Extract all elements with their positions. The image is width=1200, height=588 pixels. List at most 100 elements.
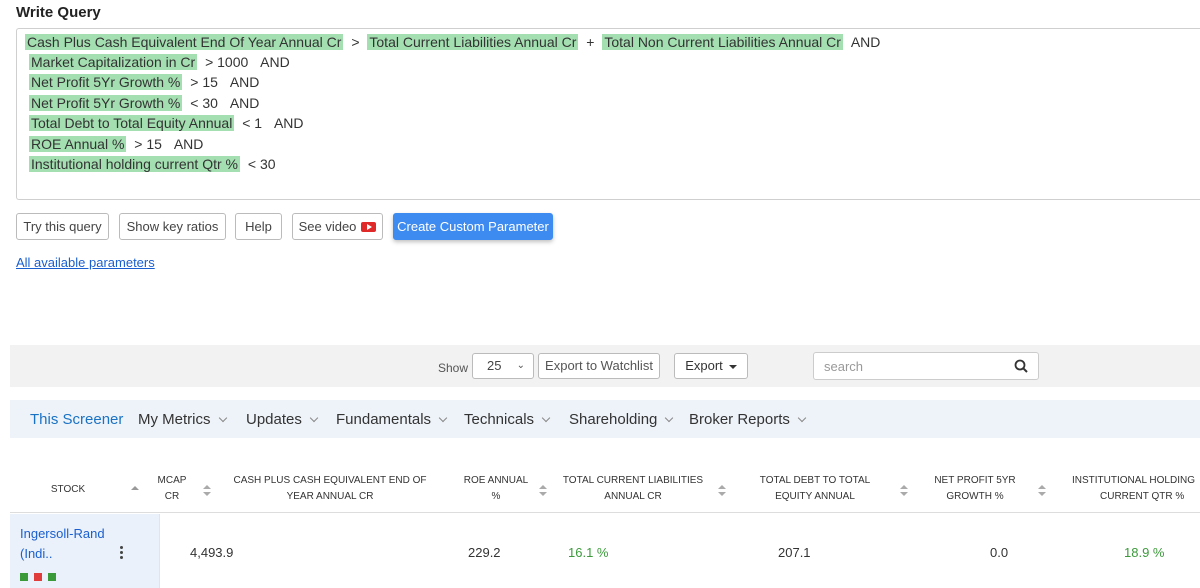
page-size-value: 25 <box>487 358 502 373</box>
show-key-ratios-button[interactable]: Show key ratios <box>119 213 226 240</box>
chevron-down-icon <box>541 413 551 423</box>
chevron-down-icon <box>665 413 674 423</box>
caret-down-icon <box>728 364 737 369</box>
sort-icon[interactable] <box>718 485 726 497</box>
tab-broker-reports[interactable]: Broker Reports <box>689 411 807 428</box>
header-line: Total Current Liabilities <box>562 475 704 486</box>
query-join: AND <box>260 54 290 70</box>
column-header-stock[interactable]: Stock <box>38 482 98 498</box>
header-line: Equity Annual <box>775 491 855 502</box>
query-line-1: Cash Plus Cash Equivalent End Of Year An… <box>25 33 884 51</box>
cell-debt-to-equity: 207.1 <box>778 545 811 560</box>
query-join: AND <box>173 136 204 152</box>
cell-mcap: 4,493.9 <box>190 545 234 560</box>
query-param: Total Debt to Total Equity Annual <box>29 115 235 131</box>
search-input[interactable] <box>814 353 994 379</box>
export-label: Export <box>685 358 723 373</box>
chevron-down-icon <box>309 413 319 423</box>
chevron-down-icon: ⌄ <box>516 360 525 371</box>
query-param: Net Profit 5Yr Growth % <box>29 95 183 111</box>
table-row: Ingersoll-Rand (Indi.. 4,493.9 229.2 16.… <box>10 514 1200 588</box>
tab-fundamentals[interactable]: Fundamentals <box>336 411 448 428</box>
column-header-roe[interactable]: ROE Annual% <box>456 473 536 505</box>
create-custom-parameter-button[interactable]: Create Custom Parameter <box>393 213 553 240</box>
page-title: Write Query <box>16 4 101 21</box>
stock-link[interactable]: Ingersoll-Rand (Indi.. <box>20 524 105 564</box>
header-line: MCAP <box>157 475 187 486</box>
export-dropdown-button[interactable]: Export <box>674 353 748 379</box>
column-header-debt-to-equity[interactable]: Total Debt to Total Equity Annual <box>745 473 885 505</box>
tab-technicals[interactable]: Technicals <box>464 411 551 428</box>
stock-name-line: (Indi.. <box>20 546 53 561</box>
query-param: Institutional holding current Qtr % <box>29 156 240 172</box>
green-indicator-icon <box>48 573 56 581</box>
header-line: Year Annual Cr <box>286 491 374 502</box>
header-line: % <box>491 491 501 502</box>
tab-label: Updates <box>246 411 302 428</box>
help-button[interactable]: Help <box>235 213 282 240</box>
sort-asc-icon[interactable] <box>131 486 139 492</box>
column-header-institutional-holding[interactable]: Institutional Holding Current Qtr % <box>1072 473 1200 505</box>
see-video-button[interactable]: See video <box>292 213 383 240</box>
tab-shareholding[interactable]: Shareholding <box>569 411 674 428</box>
header-line: ROE Annual <box>463 475 529 486</box>
try-query-button[interactable]: Try this query <box>16 213 109 240</box>
column-header-cash[interactable]: Cash Plus Cash Equivalent End Of Year Ann… <box>230 473 430 505</box>
all-available-parameters-link[interactable]: All available parameters <box>16 255 155 270</box>
query-condition: < 30 <box>247 156 276 172</box>
sort-icon[interactable] <box>203 485 211 497</box>
cell-roe: 229.2 <box>468 545 501 560</box>
query-param: Total Current Liabilities Annual Cr <box>367 34 579 50</box>
youtube-icon <box>361 221 377 232</box>
search-box <box>813 352 1039 380</box>
stock-name-line: Ingersoll-Rand <box>20 526 105 541</box>
query-condition: < 30 <box>190 95 218 111</box>
query-line-2: Market Capitalization in Cr > 1000 AND <box>29 53 294 71</box>
tab-label: Technicals <box>464 411 535 428</box>
results-toolbar: Show 25 ⌄ Export to Watchlist Export <box>10 345 1200 387</box>
tab-updates[interactable]: Updates <box>246 411 319 428</box>
export-to-watchlist-button[interactable]: Export to Watchlist <box>538 353 660 379</box>
chevron-down-icon <box>797 413 807 423</box>
screener-tabs: This Screener My Metrics Updates Fundame… <box>10 400 1200 438</box>
query-param: Total Non Current Liabilities Annual Cr <box>602 34 843 50</box>
tab-label: Shareholding <box>569 411 658 428</box>
stock-cell: Ingersoll-Rand (Indi.. <box>10 514 160 588</box>
more-options-icon[interactable] <box>120 546 124 560</box>
header-line: Total Debt to Total <box>759 475 871 486</box>
tab-label: Fundamentals <box>336 411 432 428</box>
query-join: AND <box>273 115 304 131</box>
query-join: AND <box>229 74 260 90</box>
query-join: AND <box>850 34 881 50</box>
sort-icon[interactable] <box>539 485 547 497</box>
page-size-select[interactable]: 25 ⌄ <box>472 353 534 379</box>
query-operator: + <box>586 34 595 50</box>
chevron-down-icon <box>218 413 227 423</box>
cell-institutional-holding: 18.9 % <box>1124 545 1165 560</box>
show-label: Show <box>438 361 469 375</box>
cell-total-current-liabilities: 16.1 % <box>568 545 609 560</box>
sort-icon[interactable] <box>900 485 908 497</box>
query-editor[interactable]: Cash Plus Cash Equivalent End Of Year An… <box>16 28 1200 200</box>
query-line-3: Net Profit 5Yr Growth % > 15 AND <box>29 73 263 91</box>
header-line: Current Qtr % <box>1100 491 1185 502</box>
query-condition: < 1 <box>242 115 263 131</box>
tab-my-metrics[interactable]: My Metrics <box>138 411 227 428</box>
query-line-5: Total Debt to Total Equity Annual < 1 AN… <box>29 114 308 132</box>
header-line: Growth % <box>946 491 1004 502</box>
tab-this-screener[interactable]: This Screener <box>30 411 123 428</box>
header-line: Institutional Holding <box>1072 475 1195 486</box>
query-condition: > 15 <box>190 74 218 90</box>
column-header-mcap[interactable]: MCAP Cr <box>147 473 197 505</box>
column-header-net-profit-growth[interactable]: Net Profit 5Yr Growth % <box>920 473 1030 505</box>
query-line-6: ROE Annual % > 15 AND <box>29 135 207 153</box>
header-line: Cr <box>164 491 180 502</box>
chevron-down-icon <box>438 413 448 423</box>
cell-net-profit-growth: 0.0 <box>990 545 1009 560</box>
column-header-total-current-liabilities[interactable]: Total Current Liabilities Annual Cr <box>558 473 708 505</box>
query-condition: > 15 <box>134 136 162 152</box>
search-icon[interactable] <box>1014 359 1028 373</box>
sort-icon[interactable] <box>1038 485 1046 497</box>
see-video-label: See video <box>298 219 357 234</box>
indicator-dots <box>20 568 62 586</box>
